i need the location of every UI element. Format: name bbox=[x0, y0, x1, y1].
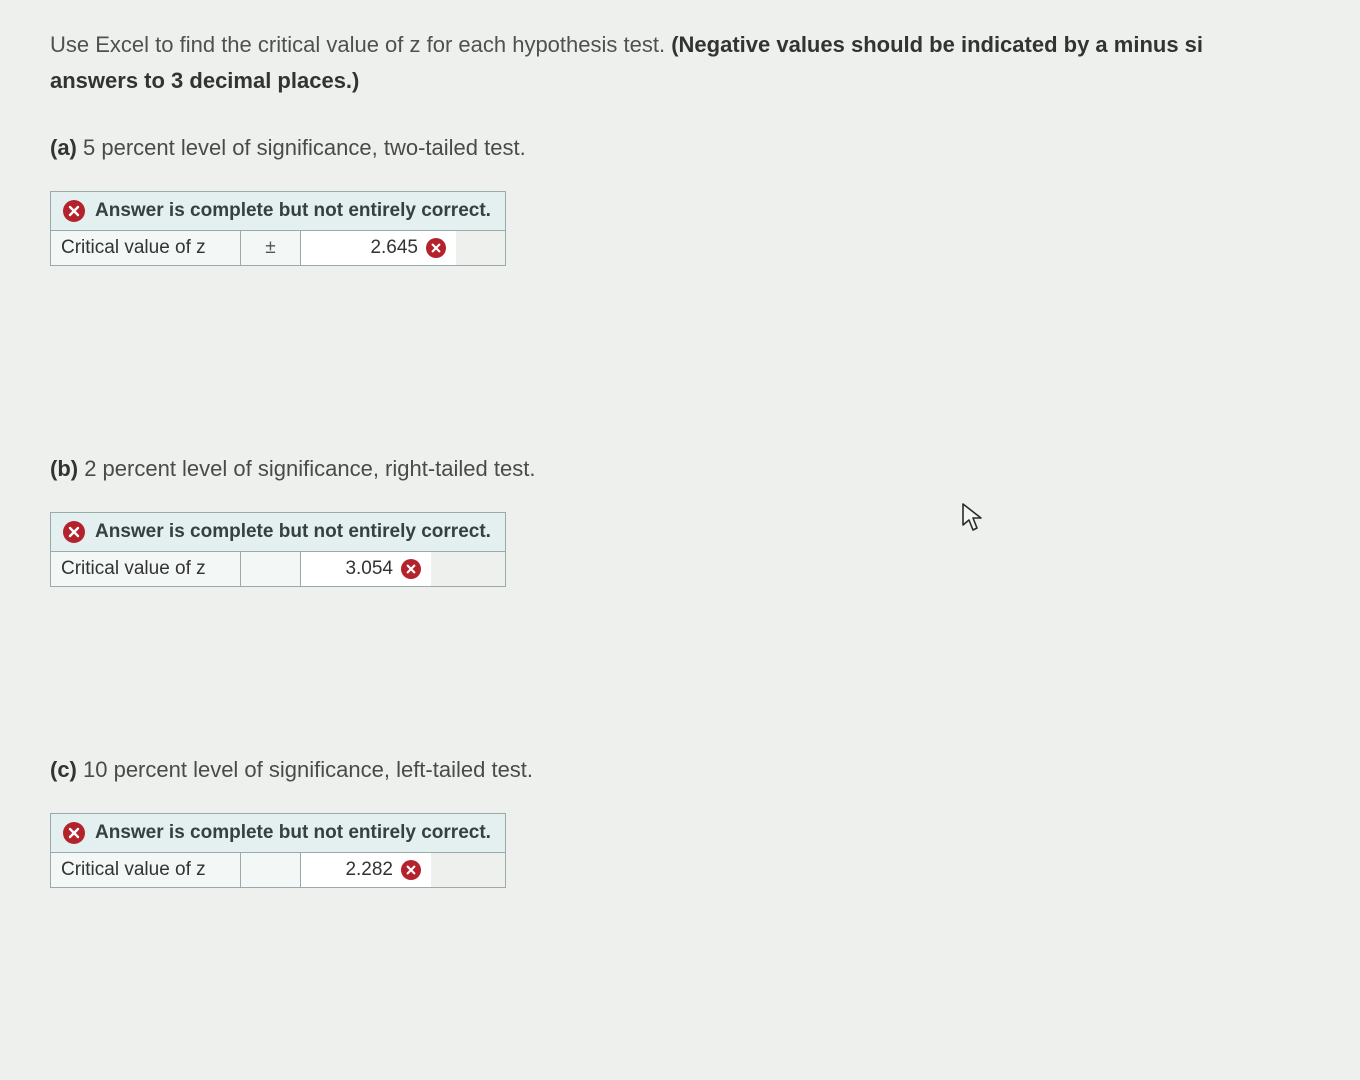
incorrect-icon bbox=[63, 521, 85, 543]
answer-header-text: Answer is complete but not entirely corr… bbox=[95, 521, 491, 543]
question-intro-line2: answers to 3 decimal places.) bbox=[50, 66, 1360, 96]
answer-row-a: Critical value of z ± 2.645 bbox=[51, 231, 505, 265]
part-b-answer-box: Answer is complete but not entirely corr… bbox=[50, 512, 506, 587]
answer-header-text: Answer is complete but not entirely corr… bbox=[95, 822, 491, 844]
sign-cell-c-empty bbox=[241, 853, 301, 887]
intro-bold-line1: (Negative values should be indicated by … bbox=[671, 32, 1203, 57]
question-page: Use Excel to find the critical value of … bbox=[0, 0, 1360, 888]
part-a-text: 5 percent level of significance, two-tai… bbox=[77, 135, 526, 160]
incorrect-icon bbox=[63, 200, 85, 222]
row-label-c: Critical value of z bbox=[51, 853, 241, 887]
part-a-label: (a) bbox=[50, 135, 77, 160]
value-cell-c[interactable]: 2.282 bbox=[301, 853, 431, 887]
part-b-text: 2 percent level of significance, right-t… bbox=[78, 456, 535, 481]
part-a-prompt: (a) 5 percent level of significance, two… bbox=[50, 135, 1360, 161]
part-a-answer-box: Answer is complete but not entirely corr… bbox=[50, 191, 506, 266]
incorrect-icon bbox=[63, 822, 85, 844]
answer-header-c: Answer is complete but not entirely corr… bbox=[51, 814, 505, 853]
incorrect-icon bbox=[401, 559, 421, 579]
answer-header-text: Answer is complete but not entirely corr… bbox=[95, 200, 491, 222]
value-a: 2.645 bbox=[311, 237, 418, 259]
part-b-prompt: (b) 2 percent level of significance, rig… bbox=[50, 456, 1360, 482]
value-c: 2.282 bbox=[311, 859, 393, 881]
row-label-b: Critical value of z bbox=[51, 552, 241, 586]
row-label-a: Critical value of z bbox=[51, 231, 241, 265]
incorrect-icon bbox=[401, 860, 421, 880]
part-c-prompt: (c) 10 percent level of significance, le… bbox=[50, 757, 1360, 783]
sign-cell-a: ± bbox=[241, 231, 301, 265]
value-cell-b[interactable]: 3.054 bbox=[301, 552, 431, 586]
part-c-label: (c) bbox=[50, 757, 77, 782]
value-b: 3.054 bbox=[311, 558, 393, 580]
part-c-answer-box: Answer is complete but not entirely corr… bbox=[50, 813, 506, 888]
answer-row-c: Critical value of z 2.282 bbox=[51, 853, 505, 887]
incorrect-icon bbox=[426, 238, 446, 258]
answer-header-a: Answer is complete but not entirely corr… bbox=[51, 192, 505, 231]
answer-header-b: Answer is complete but not entirely corr… bbox=[51, 513, 505, 552]
part-c-text: 10 percent level of significance, left-t… bbox=[77, 757, 533, 782]
sign-cell-b-empty bbox=[241, 552, 301, 586]
question-intro: Use Excel to find the critical value of … bbox=[50, 30, 1360, 60]
value-cell-a[interactable]: 2.645 bbox=[301, 231, 456, 265]
intro-text: Use Excel to find the critical value of … bbox=[50, 32, 671, 57]
intro-bold-line2: answers to 3 decimal places.) bbox=[50, 68, 359, 93]
answer-row-b: Critical value of z 3.054 bbox=[51, 552, 505, 586]
part-b-label: (b) bbox=[50, 456, 78, 481]
